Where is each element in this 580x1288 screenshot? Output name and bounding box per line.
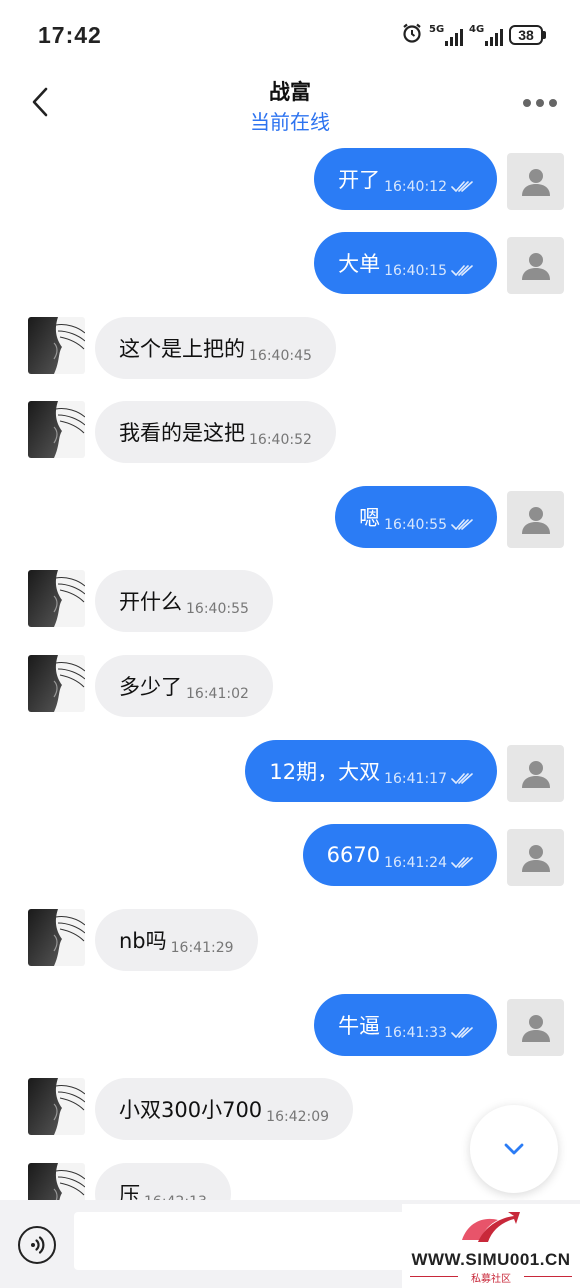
message-time: 16:42:09 bbox=[266, 1109, 330, 1125]
message-text: 我看的是这把 bbox=[119, 421, 245, 445]
battery-level: 38 bbox=[509, 25, 543, 45]
signal-icon: 4G bbox=[469, 24, 503, 46]
message-bubble[interactable]: 我看的是这把 16:40:52 bbox=[95, 401, 336, 463]
watermark: WWW.SIMU001.CN 私募社区 bbox=[402, 1204, 580, 1288]
contact-avatar[interactable] bbox=[28, 570, 85, 627]
self-avatar[interactable] bbox=[507, 237, 564, 294]
message-time: 16:41:29 bbox=[170, 940, 234, 956]
message-time: 16:41:02 bbox=[186, 686, 249, 702]
message-bubble[interactable]: 这个是上把的 16:40:45 bbox=[95, 317, 336, 379]
message-list[interactable]: 开了 16:40:12 大单 16:40:15 这个是上把的 16:40:45 我看的是这把… bbox=[0, 142, 580, 1200]
message-bubble[interactable]: 嗯 16:40:55 bbox=[335, 486, 497, 548]
message-bubble[interactable]: 6670 16:41:24 bbox=[302, 824, 497, 886]
message-text: 开什么 bbox=[119, 590, 182, 614]
incoming-message: nb吗 16:41:29 bbox=[0, 909, 580, 971]
incoming-message: 多少了 16:41:02 bbox=[0, 655, 580, 717]
read-receipt-icon bbox=[451, 178, 473, 197]
message-bubble[interactable]: 牛逼 16:41:33 bbox=[314, 994, 497, 1056]
incoming-message: 这个是上把的 16:40:45 bbox=[0, 317, 580, 379]
watermark-sub: 私募社区 bbox=[471, 1274, 511, 1285]
message-text: 开了 bbox=[338, 168, 381, 192]
message-text: 大单 bbox=[338, 252, 381, 276]
message-bubble[interactable]: 12期，大双 16:41:17 bbox=[245, 740, 497, 802]
more-icon bbox=[523, 99, 557, 107]
outgoing-message: 12期，大双 16:41:17 bbox=[0, 740, 580, 802]
outgoing-message: 嗯 16:40:55 bbox=[0, 486, 580, 548]
message-bubble[interactable]: 多少了 16:41:02 bbox=[95, 655, 273, 717]
message-bubble[interactable]: 小双300小700 16:42:09 bbox=[95, 1078, 354, 1140]
message-text: 这个是上把的 bbox=[119, 337, 245, 361]
outgoing-message: 大单 16:40:15 bbox=[0, 232, 580, 294]
read-receipt-icon bbox=[451, 770, 473, 789]
message-time: 16:41:33 bbox=[384, 1025, 447, 1041]
self-avatar[interactable] bbox=[507, 153, 564, 210]
message-text: 嗯 bbox=[359, 506, 381, 530]
battery-icon: 38 bbox=[509, 25, 546, 45]
message-text: 12期，大双 bbox=[269, 760, 381, 784]
message-bubble[interactable]: nb吗 16:41:29 bbox=[95, 909, 258, 971]
voice-icon bbox=[31, 1236, 45, 1254]
contact-name: 战富 bbox=[269, 80, 311, 104]
status-bar: 17:42 5G 4G 38 bbox=[0, 0, 580, 66]
signal-icon: 5G bbox=[429, 24, 463, 46]
outgoing-message: 6670 16:41:24 bbox=[0, 824, 580, 886]
read-receipt-icon bbox=[451, 1024, 473, 1043]
contact-avatar[interactable] bbox=[28, 401, 85, 458]
online-status: 当前在线 bbox=[250, 110, 330, 134]
message-time: 16:40:12 bbox=[384, 179, 447, 195]
contact-avatar[interactable] bbox=[28, 909, 85, 966]
alarm-icon bbox=[401, 22, 423, 48]
message-time: 16:40:55 bbox=[384, 517, 447, 533]
contact-avatar[interactable] bbox=[28, 1163, 85, 1200]
chat-header: 战富 当前在线 bbox=[0, 66, 580, 142]
scroll-to-bottom-button[interactable] bbox=[470, 1105, 558, 1193]
message-time: 16:40:45 bbox=[249, 348, 312, 364]
incoming-message: 我看的是这把 16:40:52 bbox=[0, 401, 580, 463]
message-text: 牛逼 bbox=[338, 1014, 381, 1038]
contact-avatar[interactable] bbox=[28, 317, 85, 374]
message-time: 16:41:24 bbox=[384, 855, 447, 871]
message-text: 多少了 bbox=[119, 675, 182, 699]
message-text: nb吗 bbox=[119, 929, 167, 953]
outgoing-message: 开了 16:40:12 bbox=[0, 148, 580, 210]
message-time: 16:41:17 bbox=[384, 771, 447, 787]
message-bubble[interactable]: 开什么 16:40:55 bbox=[95, 570, 273, 632]
contact-avatar[interactable] bbox=[28, 1078, 85, 1135]
chevron-down-icon bbox=[504, 1143, 524, 1155]
more-button[interactable] bbox=[518, 88, 562, 118]
status-icons: 5G 4G 38 bbox=[401, 22, 546, 48]
message-text: 6670 bbox=[326, 843, 381, 867]
message-text: 小双300小700 bbox=[119, 1098, 263, 1122]
watermark-text: WWW.SIMU001.CN bbox=[411, 1250, 571, 1269]
message-text: 压 bbox=[119, 1183, 140, 1200]
status-time: 17:42 bbox=[38, 22, 102, 48]
network-label-2: 4G bbox=[469, 24, 485, 35]
message-bubble[interactable]: 压16:42:13 bbox=[95, 1163, 231, 1200]
incoming-message: 开什么 16:40:55 bbox=[0, 570, 580, 632]
read-receipt-icon bbox=[451, 516, 473, 535]
message-time: 16:40:55 bbox=[186, 601, 249, 617]
watermark-logo bbox=[462, 1212, 520, 1242]
self-avatar[interactable] bbox=[507, 829, 564, 886]
contact-avatar[interactable] bbox=[28, 655, 85, 712]
outgoing-message: 牛逼 16:41:33 bbox=[0, 994, 580, 1056]
self-avatar[interactable] bbox=[507, 999, 564, 1056]
voice-button[interactable] bbox=[18, 1226, 56, 1264]
message-time: 16:40:15 bbox=[384, 263, 447, 279]
network-label-1: 5G bbox=[429, 24, 445, 35]
self-avatar[interactable] bbox=[507, 491, 564, 548]
message-time: 16:40:52 bbox=[249, 432, 312, 448]
message-bubble[interactable]: 开了 16:40:12 bbox=[314, 148, 497, 210]
message-bubble[interactable]: 大单 16:40:15 bbox=[314, 232, 497, 294]
self-avatar[interactable] bbox=[507, 745, 564, 802]
read-receipt-icon bbox=[451, 262, 473, 281]
read-receipt-icon bbox=[451, 854, 473, 873]
